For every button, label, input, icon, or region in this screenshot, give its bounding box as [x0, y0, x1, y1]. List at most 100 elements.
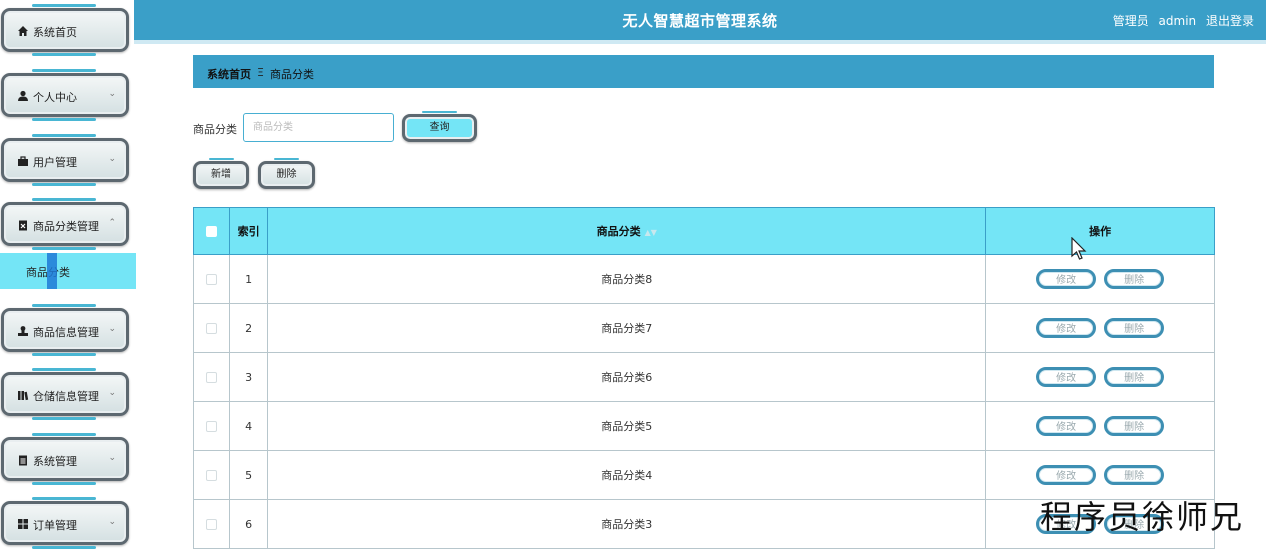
- search-label: 商品分类: [193, 123, 237, 136]
- header-divider: [134, 40, 1266, 44]
- batch-delete-button[interactable]: 删除: [258, 158, 315, 189]
- clipboard-icon: [17, 219, 29, 231]
- sidebar-item-label: 系统管理: [33, 455, 77, 468]
- sidebar-item-home[interactable]: 系统首页: [1, 4, 129, 56]
- edit-button[interactable]: 修改: [1036, 416, 1097, 436]
- row-category-name: 商品分类4: [267, 450, 987, 500]
- row-category-name: 商品分类3: [267, 499, 987, 549]
- row-select-cell: [192, 499, 231, 549]
- sidebar-item-users[interactable]: 用户管理 ⌄: [1, 134, 129, 186]
- row-select-cell: [192, 450, 231, 500]
- mouse-cursor-icon: [1071, 237, 1087, 260]
- sidebar: 系统首页 个人中心 ⌄ 用户管理 ⌄ 商品分类管理 ⌃ 商品分类 商品信息管理 …: [0, 0, 136, 554]
- table-row: 1 商品分类8 修改 删除: [192, 254, 1215, 304]
- chevron-down-icon: ⌄: [108, 89, 116, 99]
- row-category-name: 商品分类7: [267, 303, 987, 353]
- chevron-down-icon: ⌄: [108, 453, 116, 463]
- row-checkbox[interactable]: [206, 274, 218, 285]
- header-operation: 操作: [985, 207, 1215, 255]
- sidebar-item-product-info[interactable]: 商品信息管理 ⌄: [1, 304, 129, 356]
- active-indicator: [47, 253, 57, 289]
- sidebar-item-personal[interactable]: 个人中心 ⌄: [1, 69, 129, 121]
- sidebar-item-label: 订单管理: [33, 519, 77, 532]
- header-name-label: 商品分类: [596, 225, 641, 238]
- row-index: 4: [229, 401, 269, 451]
- delete-button[interactable]: 删除: [1104, 465, 1165, 485]
- edit-button[interactable]: 修改: [1036, 367, 1097, 387]
- edit-button[interactable]: 修改: [1036, 318, 1097, 338]
- row-checkbox[interactable]: [206, 470, 218, 481]
- chevron-up-icon: ⌃: [108, 218, 116, 228]
- library-icon: [17, 389, 29, 401]
- sidebar-item-category-management[interactable]: 商品分类管理 ⌃: [1, 198, 129, 250]
- row-index: 5: [229, 450, 269, 500]
- chevron-down-icon: ⌄: [108, 324, 116, 334]
- query-button[interactable]: 查询: [402, 111, 477, 142]
- table-header-row: 索引 商品分类 ▲▼ 操作: [192, 207, 1215, 255]
- sidebar-item-orders[interactable]: 订单管理 ⌄: [1, 497, 129, 549]
- app-title: 无人智慧超市管理系统: [622, 12, 778, 30]
- header-name[interactable]: 商品分类 ▲▼: [267, 207, 987, 255]
- briefcase-icon: [17, 155, 29, 167]
- user-area: 管理员 admin 退出登录: [1107, 12, 1254, 29]
- row-category-name: 商品分类5: [267, 401, 987, 451]
- delete-button[interactable]: 删除: [1104, 269, 1165, 289]
- logout-link[interactable]: 退出登录: [1206, 14, 1254, 28]
- breadcrumb: 系统首页 Ξ 商品分类: [193, 55, 1214, 88]
- top-header: 无人智慧超市管理系统 管理员 admin 退出登录: [134, 0, 1266, 40]
- row-checkbox[interactable]: [206, 421, 218, 432]
- user-icon: [17, 90, 29, 102]
- row-index: 6: [229, 499, 269, 549]
- delete-button[interactable]: 删除: [1104, 367, 1165, 387]
- chevron-down-icon: ⌄: [108, 154, 116, 164]
- sidebar-item-system[interactable]: 系统管理 ⌄: [1, 433, 129, 485]
- row-operations: 修改 删除: [985, 401, 1215, 451]
- sidebar-item-warehouse[interactable]: 仓储信息管理 ⌄: [1, 368, 129, 420]
- search-input[interactable]: [243, 113, 394, 142]
- row-index: 3: [229, 352, 269, 402]
- add-button[interactable]: 新增: [193, 158, 249, 189]
- row-select-cell: [192, 352, 231, 402]
- user-role: 管理员: [1112, 14, 1149, 28]
- delete-button[interactable]: 删除: [1104, 318, 1165, 338]
- delete-button[interactable]: 删除: [1104, 416, 1165, 436]
- watermark-text: 程序员徐师兄: [1039, 498, 1244, 536]
- row-index: 1: [229, 254, 269, 304]
- table-row: 3 商品分类6 修改 删除: [192, 352, 1215, 402]
- sidebar-item-label: 个人中心: [33, 91, 77, 104]
- grid-icon: [17, 518, 29, 530]
- breadcrumb-home[interactable]: 系统首页: [207, 66, 251, 82]
- row-select-cell: [192, 254, 231, 304]
- breadcrumb-separator: Ξ: [257, 66, 264, 79]
- row-checkbox[interactable]: [206, 323, 218, 334]
- row-operations: 修改 删除: [985, 303, 1215, 353]
- sidebar-item-label: 商品分类管理: [33, 220, 99, 233]
- row-operations: 修改 删除: [985, 352, 1215, 402]
- row-checkbox[interactable]: [206, 519, 218, 530]
- row-category-name: 商品分类8: [267, 254, 987, 304]
- row-operations: 修改 删除: [985, 254, 1215, 304]
- row-select-cell: [192, 401, 231, 451]
- sort-icon[interactable]: ▲▼: [645, 228, 657, 237]
- sidebar-subitem-category[interactable]: 商品分类: [0, 253, 136, 289]
- edit-button[interactable]: 修改: [1036, 269, 1097, 289]
- home-icon: [17, 25, 29, 37]
- person-stamp-icon: [17, 325, 29, 337]
- table-row: 4 商品分类5 修改 删除: [192, 401, 1215, 451]
- sidebar-item-label: 系统首页: [33, 26, 77, 39]
- select-all-cell: [192, 207, 231, 255]
- select-all-checkbox[interactable]: [206, 226, 218, 237]
- username: admin: [1158, 14, 1197, 28]
- clipboard-list-icon: [17, 454, 29, 466]
- row-index: 2: [229, 303, 269, 353]
- sidebar-item-label: 仓储信息管理: [33, 390, 99, 403]
- edit-button[interactable]: 修改: [1036, 465, 1097, 485]
- row-checkbox[interactable]: [206, 372, 218, 383]
- table-row: 2 商品分类7 修改 删除: [192, 303, 1215, 353]
- sidebar-item-label: 用户管理: [33, 156, 77, 169]
- row-category-name: 商品分类6: [267, 352, 987, 402]
- row-select-cell: [192, 303, 231, 353]
- header-index: 索引: [229, 207, 269, 255]
- chevron-down-icon: ⌄: [108, 388, 116, 398]
- sidebar-item-label: 商品信息管理: [33, 326, 99, 339]
